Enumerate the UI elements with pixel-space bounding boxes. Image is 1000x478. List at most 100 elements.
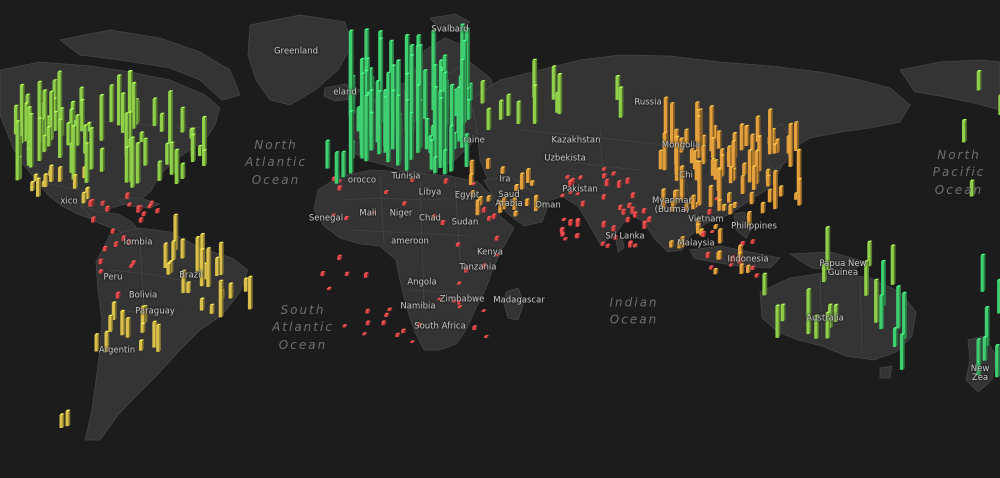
bar-face (129, 265, 133, 268)
bar-face (140, 324, 144, 333)
bar-369 (713, 224, 719, 229)
bar-161 (711, 137, 716, 158)
bar-face (120, 94, 125, 133)
bar-side (877, 278, 879, 323)
bar-face (519, 174, 524, 190)
bar-side (111, 314, 114, 333)
bar-face (575, 234, 579, 239)
bar-49 (109, 84, 115, 123)
label-iceland: eland (333, 87, 357, 98)
bar-side (159, 323, 161, 352)
bar-side (52, 90, 54, 141)
bar-face (500, 167, 504, 174)
bar-face (424, 119, 428, 150)
bar-side (127, 146, 130, 183)
bar-face (717, 229, 722, 244)
bar-face (337, 256, 341, 260)
bar-face (630, 194, 634, 199)
bar-face (325, 141, 329, 169)
bar-side (137, 98, 140, 125)
bar-face (455, 244, 459, 247)
label-indonesia: Indonesia (727, 254, 769, 265)
bar-side (471, 82, 474, 102)
bar-385 (717, 228, 723, 244)
bar-side (720, 250, 723, 260)
bar-side (896, 327, 898, 347)
bar-329 (721, 203, 727, 211)
bar-387 (750, 239, 756, 244)
bar-face (611, 173, 615, 176)
bar-330 (717, 199, 723, 211)
bar-side (446, 149, 448, 175)
bar-212 (433, 156, 438, 174)
bar-426 (746, 264, 751, 273)
bar-274 (519, 172, 525, 190)
bar-side (205, 149, 207, 167)
bar-444 (326, 286, 332, 291)
bar-face (105, 207, 109, 212)
bar-face (19, 85, 23, 144)
bar-face (58, 120, 62, 158)
bar-face (442, 150, 447, 175)
bar-461 (387, 307, 393, 311)
bar-202 (404, 99, 410, 171)
bar-320 (732, 202, 738, 208)
bar-236 (15, 120, 21, 181)
bar-face (625, 179, 629, 184)
bar-face (59, 415, 63, 428)
bar-346 (475, 199, 481, 216)
bar-face (739, 125, 743, 151)
bar-side (69, 121, 72, 146)
bar-273 (72, 174, 78, 189)
bar-face (481, 310, 485, 313)
bar-face (658, 151, 662, 170)
bar-239 (157, 160, 163, 181)
bar-350 (632, 211, 638, 218)
label-saudi-arabia: Saud Arabia (495, 190, 523, 209)
bar-497 (892, 327, 898, 347)
label-ukraine: raine (463, 135, 485, 146)
bar-245 (57, 166, 63, 182)
bar-260 (174, 148, 180, 184)
bar-face (89, 128, 93, 170)
bar-175 (190, 133, 196, 162)
bar-482 (108, 314, 114, 333)
bar-323 (773, 170, 778, 210)
bar-face (728, 205, 732, 215)
ocean-indian: Indian Ocean (609, 295, 659, 327)
bar-123 (744, 124, 750, 146)
bar-face (423, 70, 427, 120)
bar-side (720, 199, 723, 211)
bar-side (389, 71, 391, 163)
bar-face (721, 205, 726, 211)
bar-face (744, 126, 748, 146)
bar-213 (500, 166, 506, 174)
bar-300 (726, 192, 732, 203)
bar-side (209, 247, 212, 287)
bar-483 (140, 322, 146, 333)
map-view[interactable]: North Atlantic Ocean South Atlantic Ocean In… (0, 0, 1000, 478)
bar-face (180, 164, 184, 179)
bar-face (750, 267, 754, 270)
label-vietnam: Vietnam (688, 214, 724, 225)
bar-side (988, 306, 990, 346)
bar-70 (486, 107, 492, 130)
bar-face (896, 286, 900, 329)
label-senegal: Senegal (308, 213, 344, 224)
bar-face (475, 200, 479, 216)
bar-face (711, 138, 715, 158)
bar-191 (727, 145, 732, 168)
bar-121 (66, 121, 72, 146)
bar-side (128, 317, 131, 338)
bar-face (633, 245, 637, 248)
bar-side (194, 133, 196, 162)
bar-face (66, 123, 70, 146)
bar-side (870, 240, 873, 267)
bar-face (362, 333, 366, 336)
bar-face (717, 252, 721, 260)
bar-338 (760, 201, 766, 214)
bar-face (135, 143, 139, 184)
label-svalbard: Svalbard (431, 24, 469, 35)
bar-face (438, 98, 442, 168)
bar-side (535, 84, 538, 124)
